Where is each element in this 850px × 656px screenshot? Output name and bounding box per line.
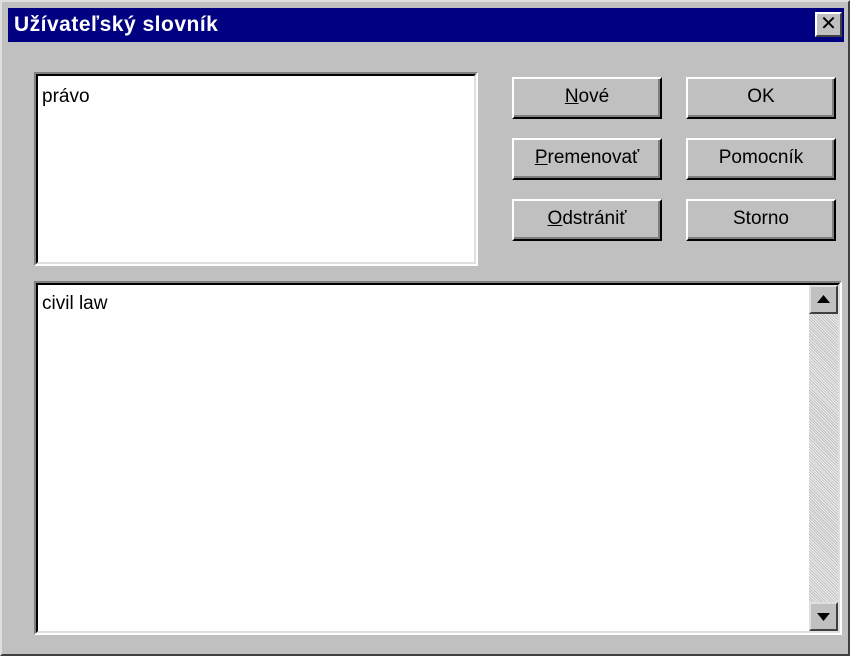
rename-button[interactable]: Premenovať [512, 138, 662, 180]
window-title: Užívateľský slovník [14, 13, 219, 36]
definition-textarea[interactable]: civil law [34, 281, 842, 635]
scroll-up-button[interactable] [809, 285, 838, 314]
new-button-mnemonic: N [564, 86, 579, 107]
scroll-down-arrow-icon [817, 613, 830, 621]
word-list-item[interactable]: právo [42, 86, 90, 108]
cancel-button[interactable]: Storno [686, 199, 836, 241]
vertical-scrollbar[interactable] [809, 285, 838, 631]
word-list-inner-border [36, 74, 476, 264]
definition-inner-border [36, 283, 840, 633]
new-button[interactable]: Nové [512, 77, 662, 119]
new-button-label: ové [578, 86, 610, 107]
help-button[interactable]: Pomocník [686, 138, 836, 180]
scroll-down-button[interactable] [809, 602, 838, 631]
scroll-up-arrow-icon [817, 295, 830, 303]
ok-button[interactable]: OK [686, 77, 836, 119]
delete-button-label: dstrániť [562, 208, 627, 229]
rename-button-mnemonic: P [534, 147, 548, 168]
close-icon: ✕ [820, 13, 837, 35]
delete-button[interactable]: Odstrániť [512, 199, 662, 241]
rename-button-label: remenovať [547, 147, 640, 168]
title-bar[interactable]: Užívateľský slovník ✕ [8, 8, 844, 42]
ok-button-label: OK [747, 86, 775, 107]
definition-text[interactable]: civil law [42, 293, 107, 315]
cancel-button-label: Storno [733, 208, 789, 229]
word-list-box[interactable]: právo [34, 72, 478, 266]
delete-button-mnemonic: O [547, 208, 563, 229]
user-dictionary-dialog: Užívateľský slovník ✕ právo Nové Premeno… [0, 0, 850, 656]
help-button-label: Pomocník [718, 147, 804, 168]
close-button[interactable]: ✕ [815, 12, 842, 37]
